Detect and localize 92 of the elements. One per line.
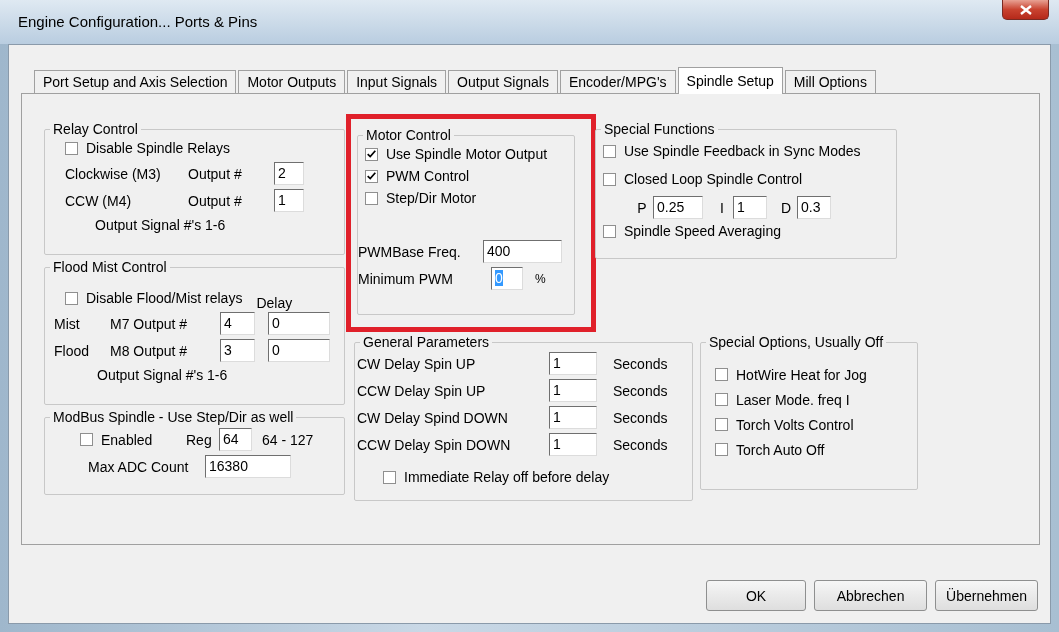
field-label: D <box>779 199 793 216</box>
field-label: PWMBase Freq. <box>358 243 462 260</box>
field-label: M7 Output # <box>110 315 189 332</box>
checkbox[interactable] <box>603 144 616 158</box>
delay-field[interactable]: 1 <box>549 379 597 402</box>
output-label: Clockwise (M3) <box>65 165 162 182</box>
field-label: I <box>719 199 725 216</box>
window-title: Engine Configuration... Ports & Pins <box>18 12 258 32</box>
tab[interactable]: Motor Outputs <box>238 70 346 93</box>
field-label: Minimum PWM <box>358 270 454 287</box>
group-title: General Parameters <box>362 334 491 350</box>
gain-field[interactable]: 0.3 <box>797 196 831 219</box>
unit-text: % <box>535 271 546 286</box>
checkbox-label: Disable Spindle Relays <box>86 140 230 156</box>
tab[interactable]: Spindle Setup <box>677 67 783 94</box>
tab[interactable]: Mill Options <box>784 70 876 93</box>
field-label: Max ADC Count <box>88 458 190 475</box>
tab[interactable]: Input Signals <box>347 70 447 93</box>
checkbox[interactable] <box>80 433 93 446</box>
checkbox-label: Immediate Relay off before delay <box>404 469 610 485</box>
parameter-label: CCW Delay Spin DOWN <box>357 436 512 453</box>
output-field[interactable]: 1 <box>274 189 304 212</box>
delay-field[interactable]: 1 <box>549 433 597 456</box>
checkbox-label: Torch Volts Control <box>736 416 854 433</box>
checkbox-label: Closed Loop Spindle Control <box>624 171 803 187</box>
output-label: Mist <box>54 315 81 332</box>
delay-label: Delay <box>256 295 293 311</box>
checkbox[interactable] <box>365 169 378 183</box>
parameter-label: CCW Delay Spin UP <box>357 382 487 399</box>
delay-field[interactable]: 0 <box>268 339 330 362</box>
field-label: P <box>636 199 648 216</box>
unit-text: Seconds <box>613 436 668 453</box>
checkbox[interactable] <box>65 141 78 155</box>
range-text: 64 - 127 <box>262 431 314 448</box>
checkbox[interactable] <box>715 443 728 456</box>
checkbox-label: Spindle Speed Averaging <box>624 223 781 239</box>
checkbox[interactable] <box>603 172 616 186</box>
group-title: Flood Mist Control <box>52 259 168 275</box>
close-button[interactable] <box>1002 0 1049 20</box>
checkbox-label: Step/Dir Motor <box>386 190 477 206</box>
field-label: M8 Output # <box>110 342 189 359</box>
checkbox-label: HotWire Heat for Jog <box>736 366 867 383</box>
note-text: Output Signal #'s 1-6 <box>95 217 227 233</box>
delay-field[interactable]: 0 <box>268 312 330 335</box>
checkbox[interactable] <box>365 147 378 161</box>
checkbox[interactable] <box>715 418 728 431</box>
group-title: Special Functions <box>603 121 716 137</box>
group-title: Motor Control <box>365 127 452 143</box>
checkbox-label: Laser Mode. freq I <box>736 391 850 408</box>
adc-count-field[interactable]: 16380 <box>205 455 291 478</box>
output-label: Flood <box>54 342 91 359</box>
gain-field[interactable]: 0.25 <box>653 196 703 219</box>
checkbox-label: Use Spindle Feedback in Sync Modes <box>624 143 861 159</box>
output-field[interactable]: 2 <box>274 162 304 185</box>
checkbox-label: Use Spindle Motor Output <box>386 146 548 162</box>
checkbox[interactable] <box>65 291 78 305</box>
note-text: Output Signal #'s 1-6 <box>97 367 229 383</box>
checkbox[interactable] <box>715 393 728 406</box>
delay-field[interactable]: 1 <box>549 352 597 375</box>
output-field[interactable]: 4 <box>220 312 255 335</box>
unit-text: Seconds <box>613 382 668 399</box>
unit-text: Seconds <box>613 409 668 426</box>
tab[interactable]: Output Signals <box>448 70 558 93</box>
checkbox[interactable] <box>365 191 378 205</box>
output-label: CCW (M4) <box>65 192 133 209</box>
checkbox[interactable] <box>383 470 396 484</box>
tab[interactable]: Encoder/MPG's <box>559 70 676 93</box>
parameter-label: CW Delay Spind DOWN <box>357 409 509 426</box>
gain-field[interactable]: 1 <box>733 196 767 219</box>
field-label: Output # <box>188 192 243 209</box>
checkbox-label: Torch Auto Off <box>736 441 825 458</box>
frequency-field[interactable]: 400 <box>483 240 562 263</box>
checkbox[interactable] <box>603 224 616 238</box>
tab[interactable]: Port Setup and Axis Selection <box>34 70 237 93</box>
delay-field[interactable]: 1 <box>549 406 597 429</box>
checkbox-label: PWM Control <box>386 168 470 184</box>
field-label: Output # <box>188 165 243 182</box>
checkbox[interactable] <box>715 368 728 381</box>
field-label: Reg <box>186 431 213 448</box>
unit-text: Seconds <box>613 355 668 372</box>
dialog-button[interactable]: Abbrechen <box>814 580 928 611</box>
checkbox-label: Enabled <box>101 431 154 448</box>
dialog-button[interactable]: OK <box>706 580 807 611</box>
group-title: Relay Control <box>52 121 139 137</box>
checkbox-label: Disable Flood/Mist relays <box>86 290 243 306</box>
output-field[interactable]: 3 <box>220 339 255 362</box>
group-title: Special Options, Usually Off <box>708 334 885 350</box>
parameter-label: CW Delay Spin UP <box>357 355 477 372</box>
group-title: ModBus Spindle - Use Step/Dir as well <box>52 409 295 425</box>
dialog-button[interactable]: Übernehmen <box>935 580 1038 611</box>
close-icon <box>1019 4 1032 15</box>
register-field[interactable]: 64 <box>219 428 252 451</box>
